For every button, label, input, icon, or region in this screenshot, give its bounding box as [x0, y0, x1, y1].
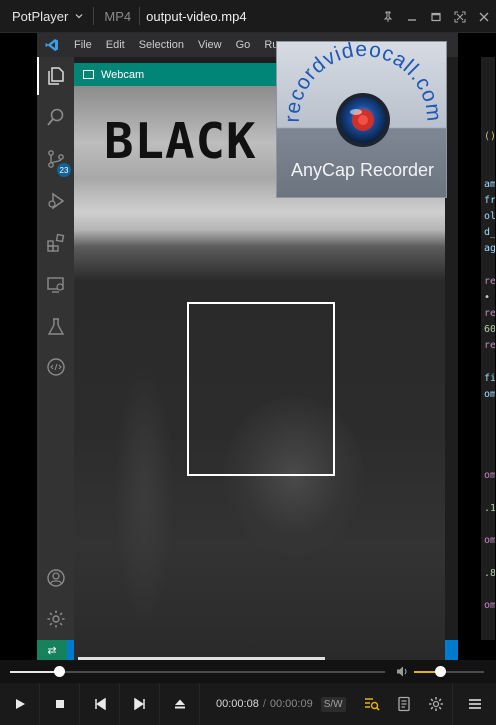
- anycap-logo: recordvideocall.com: [281, 42, 445, 147]
- next-button[interactable]: [120, 683, 160, 725]
- code-fragment: ag: [484, 243, 495, 254]
- app-name: PotPlayer: [12, 8, 69, 24]
- vscode-menu-view: View: [197, 39, 222, 51]
- code-fragment: .8: [484, 568, 495, 579]
- vscode-menu-file: File: [74, 39, 92, 51]
- code-fragment: •: [484, 292, 491, 303]
- scm-badge: 23: [57, 163, 71, 177]
- vscode-logo-icon: [37, 38, 67, 52]
- code-fragment: om: [484, 389, 495, 400]
- file-name: output-video.mp4: [146, 8, 247, 24]
- skip-next-icon: [133, 698, 145, 710]
- volume-thumb[interactable]: [434, 666, 446, 677]
- anycap-watermark: recordvideocall.com AnyCap Recorder: [276, 41, 447, 198]
- control-bar-right: [356, 683, 496, 725]
- code-fragment: d_: [484, 227, 495, 238]
- vscode-menu-edit: Edit: [105, 39, 125, 51]
- remote-explorer-icon: [46, 275, 66, 295]
- preferences-button[interactable]: [420, 683, 452, 725]
- activity-active-indicator: [37, 57, 39, 95]
- webcam-title: Webcam: [101, 68, 145, 81]
- app-menu-button[interactable]: PotPlayer: [0, 0, 93, 33]
- vscode-menu-selection: Selection: [138, 39, 184, 51]
- document-icon: [398, 696, 410, 712]
- window-app-icon: [83, 70, 94, 79]
- code-fragment: (): [484, 131, 495, 142]
- eject-button[interactable]: [160, 683, 200, 725]
- camera-shadow: [114, 366, 174, 626]
- maximize-button[interactable]: [424, 0, 448, 33]
- stop-icon: [55, 700, 64, 708]
- code-fragment: re: [484, 340, 495, 351]
- detection-box: [187, 302, 335, 476]
- video-frame[interactable]: File Edit Selection View Go Run 23 ⇄ () …: [0, 33, 496, 660]
- code-fragment: fi: [484, 373, 495, 384]
- search-icon: [46, 107, 66, 127]
- testing-flask-icon: [46, 317, 66, 337]
- skip-previous-icon: [94, 698, 106, 710]
- code-fragment: am: [484, 179, 495, 190]
- code-fragment: fr: [484, 195, 495, 206]
- hamburger-menu-icon: [468, 699, 481, 709]
- chat-icon: [46, 358, 66, 378]
- time-display: 00:00:08 / 00:00:09: [216, 698, 313, 710]
- code-fragment: re: [484, 308, 495, 319]
- time-separator: /: [262, 698, 266, 710]
- pin-button[interactable]: [376, 0, 400, 33]
- main-menu-button[interactable]: [452, 683, 496, 725]
- extensions-icon: [46, 233, 66, 253]
- run-debug-icon: [46, 191, 66, 211]
- account-icon: [46, 568, 66, 588]
- sw-decoder-toggle[interactable]: S/W: [320, 696, 346, 712]
- code-fragment: om: [484, 600, 495, 611]
- seek-track[interactable]: [10, 671, 385, 673]
- gear-icon: [429, 697, 443, 711]
- buffer-indicator: [78, 657, 325, 660]
- total-time: 00:00:09: [269, 698, 313, 710]
- maximize-icon: [431, 12, 441, 21]
- play-icon: [15, 699, 25, 709]
- play-button[interactable]: [0, 683, 40, 725]
- code-fragment: re: [484, 276, 495, 287]
- code-editor-edge: () am fr ol d_ ag re • re 60 re fi om om…: [481, 57, 495, 640]
- player-titlebar: PotPlayer MP4 output-video.mp4: [0, 0, 496, 33]
- previous-button[interactable]: [80, 683, 120, 725]
- seek-thumb[interactable]: [53, 666, 65, 677]
- webcam-overlay-text: BLACK: [104, 113, 257, 170]
- chevron-down-icon: [75, 14, 83, 19]
- close-icon: [479, 12, 489, 21]
- format-label: MP4: [104, 8, 132, 24]
- code-fragment: om: [484, 535, 495, 546]
- minimize-icon: [408, 18, 416, 21]
- fullscreen-icon: [454, 11, 466, 22]
- playlist-search-button[interactable]: [356, 683, 388, 725]
- window-controls: [376, 0, 496, 33]
- chapters-button[interactable]: [388, 683, 420, 725]
- playlist-search-icon: [365, 698, 380, 711]
- code-fragment: 60: [484, 324, 495, 335]
- stop-button[interactable]: [40, 683, 80, 725]
- current-time: 00:00:08: [216, 698, 259, 710]
- anycap-product-name: AnyCap Recorder: [290, 160, 435, 180]
- fullscreen-button[interactable]: [448, 0, 472, 33]
- settings-gear-icon: [46, 609, 66, 629]
- code-fragment: om: [484, 470, 495, 481]
- seek-progress: [10, 671, 59, 673]
- minimize-button[interactable]: [400, 0, 424, 33]
- pin-icon: [383, 11, 393, 22]
- explorer-icon: [46, 66, 66, 86]
- code-fragment: .1: [484, 503, 495, 514]
- code-fragment: ol: [484, 211, 495, 222]
- remote-indicator-icon: ⇄: [37, 640, 67, 660]
- vscode-activity-bar: 23: [37, 57, 74, 640]
- eject-icon: [174, 699, 185, 709]
- volume-icon[interactable]: [396, 665, 409, 678]
- vscode-menu-go: Go: [235, 39, 251, 51]
- close-button[interactable]: [472, 0, 496, 33]
